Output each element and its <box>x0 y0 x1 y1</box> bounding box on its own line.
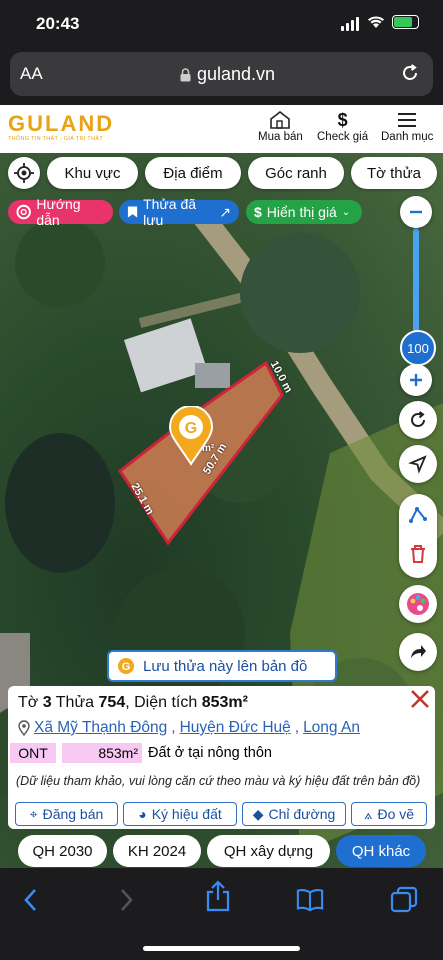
directions-button[interactable]: ◆ Chỉ đường <box>242 802 346 826</box>
zoom-slider-track[interactable] <box>413 228 419 338</box>
pin-plus-icon: ⌖ <box>29 805 38 822</box>
direction-diamond-icon: ◆ <box>252 805 264 822</box>
svg-text:G: G <box>122 661 131 673</box>
wifi-icon <box>368 16 384 28</box>
browser-address-area: AA guland.vn <box>0 50 443 105</box>
navigate-button[interactable] <box>399 445 437 483</box>
parcel-address: Xã Mỹ Thạnh Đông, Huyện Đức Huệ, Long An <box>18 719 360 737</box>
crosshair-icon <box>14 163 34 183</box>
close-icon[interactable] <box>409 688 431 710</box>
zoom-level-handle[interactable]: 100 <box>400 330 436 366</box>
status-bar: 20:43 <box>0 0 443 50</box>
locate-me-button[interactable] <box>8 157 40 189</box>
save-parcel-button[interactable]: G Lưu thửa này lên bản đồ <box>107 650 337 682</box>
zoom-in-button[interactable] <box>400 364 432 396</box>
bookmarks-button[interactable] <box>296 886 324 914</box>
chevron-left-icon <box>24 889 36 911</box>
text-size-button[interactable]: AA <box>20 64 43 84</box>
bookmark-icon <box>127 206 138 218</box>
land-code-badge: ONT <box>10 743 56 763</box>
tab-qh-khac[interactable]: QH khác <box>336 835 426 867</box>
house-icon <box>269 109 291 131</box>
signal-icon <box>341 17 359 31</box>
minus-icon <box>410 210 422 214</box>
filter-dia-diem[interactable]: Địa điểm <box>145 157 241 189</box>
site-header: GULAND THÔNG TIN THẬT - GIÁ TRỊ THẬT Mua… <box>0 105 443 153</box>
delete-drawing-button[interactable] <box>409 544 427 564</box>
measure-button[interactable]: ⟑ Đo vẽ <box>351 802 427 826</box>
location-pin-icon <box>18 720 30 736</box>
share-sheet-button[interactable] <box>204 880 232 912</box>
zoom-out-button[interactable] <box>400 196 432 228</box>
tabs-icon <box>390 886 418 913</box>
display-price-dropdown[interactable]: $ Hiển thị giá ⌄ <box>246 200 362 224</box>
dollar-icon: $ <box>337 109 348 130</box>
parcel-title: Tờ 3 Thửa 754, Diện tích 853m² <box>18 694 248 711</box>
map-style-button[interactable] <box>399 585 437 623</box>
draw-line-icon <box>409 507 427 523</box>
status-time: 20:43 <box>36 14 80 33</box>
parcel-info-card: Tờ 3 Thửa 754, Diện tích 853m² Xã Mỹ Thạ… <box>8 686 435 829</box>
book-icon <box>296 889 324 912</box>
palette-icon <box>407 593 429 615</box>
guide-button[interactable]: Hướng dẫn <box>8 196 113 228</box>
land-symbols-button[interactable]: ◕ Ký hiệu đất <box>123 802 237 826</box>
battery-icon <box>392 15 419 29</box>
measure-icon: ⟑ <box>363 805 373 822</box>
chevron-down-icon: ⌄ <box>341 206 351 218</box>
draw-button[interactable] <box>408 504 428 524</box>
district-link[interactable]: Huyện Đức Huệ <box>180 719 291 737</box>
land-area-badge: 853m² <box>62 743 142 763</box>
address-bar[interactable]: AA guland.vn <box>10 52 433 96</box>
draw-tools-group <box>399 494 437 578</box>
saved-parcels-button[interactable]: Thửa đã lưu ↗ <box>119 196 239 228</box>
share-button[interactable] <box>399 633 437 671</box>
lock-icon <box>180 67 191 81</box>
dollar-icon: $ <box>254 204 262 220</box>
svg-text:G: G <box>185 420 197 437</box>
nav-mua-ban[interactable]: Mua bán <box>258 109 303 143</box>
rotate-button[interactable] <box>399 401 437 439</box>
url-text: guland.vn <box>197 64 276 84</box>
lifebuoy-icon <box>16 204 31 220</box>
land-type-row: ONT 853m² Đất ở tại nông thôn <box>10 743 272 763</box>
parcel-marker-icon[interactable]: G <box>168 405 214 466</box>
commune-link[interactable]: Xã Mỹ Thạnh Đông <box>34 719 167 737</box>
chevron-right-icon <box>121 889 133 911</box>
tab-qh-xay-dung[interactable]: QH xây dựng <box>207 835 330 867</box>
filter-to-thua[interactable]: Tờ thửa <box>351 157 437 189</box>
post-for-sale-button[interactable]: ⌖ Đăng bán <box>15 802 118 826</box>
menu-icon <box>397 109 417 131</box>
back-button[interactable] <box>17 886 45 914</box>
tab-kh-2024[interactable]: KH 2024 <box>113 835 201 867</box>
disclaimer-note: (Dữ liệu tham khảo, vui lòng căn cứ theo… <box>16 774 421 788</box>
province-link[interactable]: Long An <box>303 719 360 737</box>
tab-qh-2030[interactable]: QH 2030 <box>18 835 107 867</box>
tabs-button[interactable] <box>390 886 418 914</box>
guland-logo[interactable]: GULAND THÔNG TIN THẬT - GIÁ TRỊ THẬT <box>8 113 114 143</box>
nav-check-gia[interactable]: $ Check giá <box>317 109 368 144</box>
palette-icon: ◕ <box>138 806 147 822</box>
plus-icon <box>410 374 422 386</box>
forward-button[interactable] <box>112 886 140 914</box>
refresh-icon <box>411 411 425 427</box>
navigation-arrow-icon <box>408 455 427 474</box>
filter-khu-vuc[interactable]: Khu vực <box>47 157 138 189</box>
share-arrow-icon <box>411 645 426 658</box>
filter-goc-ranh[interactable]: Góc ranh <box>248 157 344 189</box>
land-description: Đất ở tại nông thôn <box>148 745 272 761</box>
trash-icon <box>411 545 425 563</box>
reload-icon[interactable] <box>399 62 421 84</box>
share-icon <box>206 880 230 912</box>
nav-danh-muc[interactable]: Danh mục <box>381 109 433 143</box>
external-link-icon: ↗ <box>219 203 231 220</box>
home-indicator <box>143 946 300 951</box>
guland-coin-icon: G <box>118 658 134 674</box>
